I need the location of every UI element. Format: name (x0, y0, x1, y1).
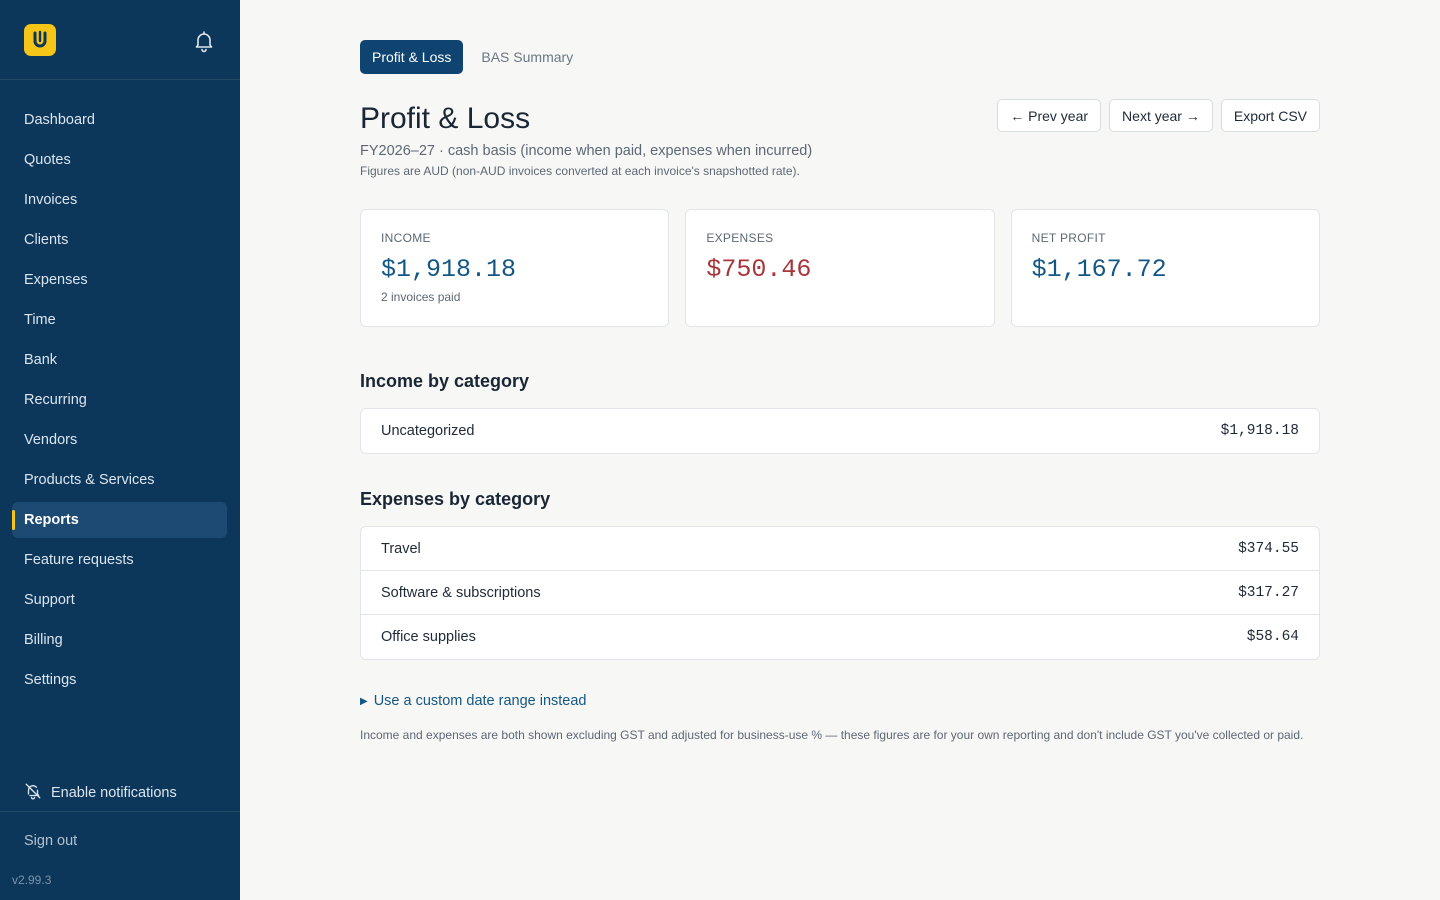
category-name: Travel (381, 540, 421, 557)
sign-out-button[interactable]: Sign out (24, 833, 77, 849)
net-profit-card: Net profit $1,167.72 (1010, 209, 1320, 327)
sidebar-item-quotes[interactable]: Quotes (12, 142, 227, 178)
income-value: $1,918.18 (381, 255, 517, 284)
next-year-button[interactable]: Next year → (1109, 99, 1213, 132)
category-amount: $374.55 (1238, 540, 1299, 557)
category-amount: $317.27 (1238, 584, 1299, 601)
sidebar-item-label: Clients (24, 232, 69, 248)
sidebar-item-recurring[interactable]: Recurring (12, 382, 227, 418)
expenses-card: Expenses $750.46 (685, 209, 995, 327)
income-category-list: Uncategorized $1,918.18 (360, 408, 1320, 454)
income-label: Income (381, 231, 431, 245)
sidebar-item-billing[interactable]: Billing (12, 622, 227, 658)
sidebar: Dashboard Quotes Invoices Clients Expens… (0, 0, 240, 900)
sidebar-item-vendors[interactable]: Vendors (12, 422, 227, 458)
custom-date-range-toggle[interactable]: ▶ Use a custom date range instead (360, 693, 1320, 709)
prev-year-button[interactable]: ← Prev year (997, 99, 1102, 132)
sidebar-header (0, 0, 240, 80)
expenses-label: Expenses (706, 231, 774, 245)
list-item: Uncategorized $1,918.18 (361, 409, 1319, 453)
list-item: Software & subscriptions $317.27 (361, 571, 1319, 615)
sidebar-item-label: Settings (24, 672, 77, 688)
category-amount: $1,918.18 (1220, 423, 1299, 439)
sidebar-item-dashboard[interactable]: Dashboard (12, 102, 227, 138)
export-csv-button[interactable]: Export CSV (1220, 99, 1320, 132)
sidebar-item-label: Vendors (24, 432, 78, 448)
app-logo-icon[interactable] (24, 24, 56, 56)
sidebar-item-settings[interactable]: Settings (12, 662, 227, 698)
bell-icon[interactable] (192, 29, 216, 53)
sidebar-item-label: Time (24, 312, 56, 328)
income-card: Income $1,918.18 2 invoices paid (360, 209, 670, 327)
sidebar-item-bank[interactable]: Bank (12, 342, 227, 378)
net-profit-value: $1,167.72 (1031, 255, 1167, 284)
sidebar-item-label: Billing (24, 632, 63, 648)
sidebar-divider (0, 811, 240, 812)
sidebar-item-label: Dashboard (24, 112, 95, 128)
custom-date-range-label: Use a custom date range instead (373, 693, 587, 709)
tab-profit-loss[interactable]: Profit & Loss (360, 40, 464, 74)
currency-note: Figures are AUD (non-AUD invoices conver… (360, 164, 800, 178)
page-header: Profit & Loss ← Prev year Next year → Ex… (360, 99, 1320, 139)
sidebar-item-invoices[interactable]: Invoices (12, 182, 227, 218)
enable-notifications-label: Enable notifications (51, 785, 177, 801)
income-subtext: 2 invoices paid (381, 290, 461, 304)
sidebar-nav: Dashboard Quotes Invoices Clients Expens… (12, 102, 227, 702)
sidebar-item-time[interactable]: Time (12, 302, 227, 338)
app-version: v2.99.3 (12, 873, 52, 887)
bell-off-icon (24, 782, 42, 804)
summary-cards: Income $1,918.18 2 invoices paid Expense… (360, 209, 1320, 327)
category-name: Uncategorized (381, 423, 475, 439)
sidebar-item-label: Products & Services (24, 472, 155, 488)
sidebar-item-support[interactable]: Support (12, 582, 227, 618)
category-amount: $58.64 (1246, 629, 1299, 645)
list-item: Office supplies $58.64 (361, 615, 1319, 659)
page-subtitle: FY2026–27 · cash basis (income when paid… (360, 143, 813, 159)
expense-category-list: Travel $374.55 Software & subscriptions … (360, 526, 1320, 660)
sidebar-item-products-services[interactable]: Products & Services (12, 462, 227, 498)
gst-footer-note: Income and expenses are both shown exclu… (360, 728, 1304, 742)
enable-notifications-button[interactable]: Enable notifications (24, 782, 177, 804)
income-by-category-title: Income by category (360, 371, 530, 391)
sidebar-item-label: Quotes (24, 152, 71, 168)
sidebar-item-label: Expenses (24, 272, 88, 288)
sidebar-item-label: Bank (24, 352, 58, 368)
expenses-value: $750.46 (706, 255, 812, 284)
main-content: Profit & Loss BAS Summary Profit & Loss … (360, 40, 1320, 742)
sidebar-item-label: Invoices (24, 192, 78, 208)
sidebar-item-feature-requests[interactable]: Feature requests (12, 542, 227, 578)
sidebar-item-label: Recurring (24, 392, 87, 408)
list-item: Travel $374.55 (361, 527, 1319, 571)
sidebar-item-reports[interactable]: Reports (12, 502, 227, 538)
category-name: Software & subscriptions (381, 584, 541, 601)
sidebar-item-label: Reports (24, 512, 79, 528)
sidebar-item-clients[interactable]: Clients (12, 222, 227, 258)
triangle-right-icon: ▶ (360, 695, 368, 707)
report-tabs: Profit & Loss BAS Summary (360, 40, 1320, 74)
category-name: Office supplies (381, 629, 476, 645)
tab-bas-summary[interactable]: BAS Summary (469, 40, 585, 74)
expenses-by-category-title: Expenses by category (360, 489, 551, 509)
sidebar-item-label: Feature requests (24, 552, 134, 568)
net-profit-label: Net profit (1031, 231, 1106, 245)
header-actions: ← Prev year Next year → Export CSV (997, 99, 1320, 132)
sidebar-item-expenses[interactable]: Expenses (12, 262, 227, 298)
sidebar-item-label: Support (24, 592, 75, 608)
